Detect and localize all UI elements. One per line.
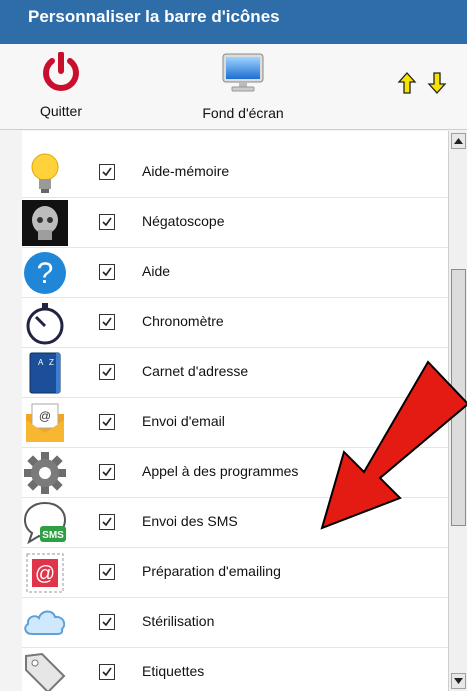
item-checkbox[interactable] — [99, 464, 115, 480]
triangle-up-icon — [454, 138, 463, 144]
help-icon: ? — [22, 250, 68, 296]
item-checkbox[interactable] — [99, 514, 115, 530]
item-label: Etiquettes — [142, 663, 205, 679]
power-icon — [39, 51, 83, 97]
emailing-stamp-icon: @ — [22, 550, 68, 596]
address-book-icon: A Z — [22, 350, 68, 396]
item-label: Envoi d'email — [142, 413, 225, 429]
list-item[interactable]: Chronomètre — [22, 298, 448, 348]
arrow-down-icon[interactable] — [427, 72, 447, 94]
reorder-arrows — [397, 72, 447, 94]
list-item[interactable]: Etiquettes — [22, 648, 448, 691]
wallpaper-label: Fond d'écran — [202, 105, 284, 121]
window-title: Personnaliser la barre d'icônes — [0, 0, 467, 44]
item-checkbox[interactable] — [99, 214, 115, 230]
list-item[interactable]: @ Envoi d'email — [22, 398, 448, 448]
triangle-down-icon — [454, 678, 463, 684]
item-label: Chronomètre — [142, 313, 224, 329]
item-label: Préparation d'emailing — [142, 563, 281, 579]
svg-text:@: @ — [35, 563, 55, 585]
sms-badge-text: SMS — [42, 530, 64, 541]
quit-label: Quitter — [39, 103, 82, 119]
item-checkbox[interactable] — [99, 264, 115, 280]
email-envelope-icon: @ — [22, 400, 68, 446]
list-item[interactable]: Stérilisation — [22, 598, 448, 648]
scroll-down-button[interactable] — [451, 673, 466, 689]
tag-icon — [22, 650, 68, 691]
list-item[interactable]: Appel à des programmes — [22, 448, 448, 498]
item-label: Aide — [142, 263, 171, 279]
scroll-up-button[interactable] — [451, 133, 466, 149]
item-checkbox[interactable] — [99, 414, 115, 430]
toolbar-items-list[interactable]: Aide-mémoire Négatoscope ? Aide Chronomè… — [22, 131, 448, 691]
item-checkbox[interactable] — [99, 614, 115, 630]
item-checkbox[interactable] — [99, 314, 115, 330]
item-label: Aide-mémoire — [142, 163, 230, 179]
list-item[interactable]: ? Aide — [22, 248, 448, 298]
item-checkbox[interactable] — [99, 164, 115, 180]
svg-text:?: ? — [37, 257, 54, 290]
sms-bubble-icon: SMS — [22, 500, 68, 546]
customize-toolbar-window: Personnaliser la barre d'icônes Quitter — [0, 0, 467, 691]
item-label: Stérilisation — [142, 613, 215, 629]
arrow-up-icon[interactable] — [397, 72, 417, 94]
lightbulb-icon — [22, 150, 68, 196]
svg-text:@: @ — [39, 409, 51, 423]
scroll-thumb[interactable] — [451, 269, 466, 526]
wallpaper-button[interactable]: Fond d'écran — [178, 52, 308, 121]
svg-text:Z: Z — [49, 358, 54, 367]
stopwatch-icon — [22, 300, 68, 346]
list-item[interactable]: Négatoscope — [22, 198, 448, 248]
list-item[interactable]: Aide-mémoire — [22, 148, 448, 198]
svg-text:A: A — [38, 358, 44, 367]
item-checkbox[interactable] — [99, 564, 115, 580]
xray-skull-icon — [22, 200, 68, 246]
gear-icon — [22, 450, 68, 496]
toolbar: Quitter Fond d'écran — [0, 44, 467, 130]
item-label: Négatoscope — [142, 213, 225, 229]
quit-button[interactable]: Quitter — [20, 51, 102, 119]
item-label: Envoi des SMS — [142, 513, 238, 529]
list-item[interactable]: SMS Envoi des SMS — [22, 498, 448, 548]
cloud-icon — [22, 600, 68, 646]
list-item[interactable]: @ Préparation d'emailing — [22, 548, 448, 598]
monitor-icon — [219, 52, 267, 99]
list-item[interactable]: A Z Carnet d'adresse — [22, 348, 448, 398]
item-label: Carnet d'adresse — [142, 363, 249, 379]
item-checkbox[interactable] — [99, 364, 115, 380]
item-checkbox[interactable] — [99, 664, 115, 680]
item-label: Appel à des programmes — [142, 463, 299, 479]
vertical-scrollbar[interactable] — [448, 131, 467, 691]
